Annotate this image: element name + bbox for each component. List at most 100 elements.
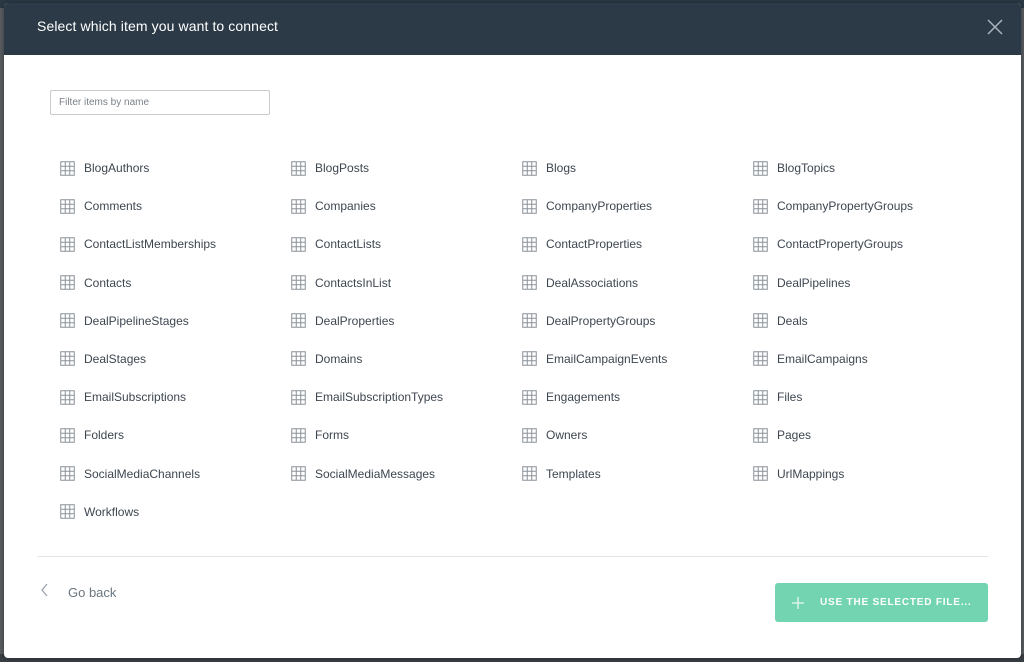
filter-items-input[interactable] <box>50 90 270 115</box>
item-list: BlogAuthors BlogPosts Blogs BlogTopics Comme… <box>60 159 980 541</box>
list-item[interactable]: Companies <box>291 197 522 215</box>
list-item[interactable]: Files <box>753 388 980 406</box>
table-grid-icon <box>753 275 768 290</box>
list-item-label: DealAssociations <box>546 275 639 290</box>
list-item[interactable]: UrlMappings <box>753 465 980 483</box>
close-icon[interactable] <box>985 17 1005 37</box>
list-item[interactable]: Forms <box>291 426 522 444</box>
list-item-label: ContactPropertyGroups <box>777 237 904 252</box>
list-item[interactable]: Pages <box>753 426 980 444</box>
list-item[interactable]: CompanyProperties <box>522 197 753 215</box>
table-grid-icon <box>753 389 768 405</box>
list-item[interactable]: ContactsInList <box>291 274 522 292</box>
list-item[interactable]: Engagements <box>522 388 753 406</box>
list-item-label: Domains <box>315 351 363 366</box>
table-grid-icon <box>60 389 75 405</box>
modal-header: Select which item you want to connect <box>4 3 1021 55</box>
list-item[interactable]: EmailSubscriptionTypes <box>291 388 522 406</box>
table-grid-icon <box>60 198 75 214</box>
list-item[interactable]: DealAssociations <box>522 274 753 292</box>
list-item[interactable]: Templates <box>522 465 753 483</box>
go-back-label: Go back <box>68 585 117 600</box>
table-grid-icon <box>60 504 75 519</box>
list-item[interactable]: Owners <box>522 426 753 444</box>
list-item[interactable]: Deals <box>753 312 980 330</box>
list-item[interactable]: Contacts <box>60 274 291 292</box>
list-item[interactable]: Domains <box>291 350 522 368</box>
table-grid-icon <box>522 351 537 367</box>
list-item-label: DealStages <box>84 351 147 366</box>
list-item[interactable]: SocialMediaMessages <box>291 465 522 483</box>
list-item-label: ContactProperties <box>546 237 643 252</box>
table-grid-icon <box>522 237 537 252</box>
table-grid-icon <box>60 237 75 252</box>
list-item-label: BlogTopics <box>777 161 836 175</box>
list-item[interactable]: ContactListMemberships <box>60 235 291 253</box>
table-grid-icon <box>753 237 768 252</box>
list-item-label: Templates <box>546 466 601 481</box>
list-item[interactable]: CompanyPropertyGroups <box>753 197 980 215</box>
table-grid-icon <box>522 389 537 405</box>
list-item[interactable]: Blogs <box>522 159 753 177</box>
list-item-label: Owners <box>546 428 588 443</box>
list-item-label: EmailSubscriptionTypes <box>315 390 444 405</box>
list-item[interactable]: DealPipelineStages <box>60 312 291 330</box>
list-item[interactable]: EmailCampaignEvents <box>522 350 753 368</box>
list-item[interactable]: ContactProperties <box>522 235 753 253</box>
table-grid-icon <box>291 428 306 443</box>
list-item[interactable]: BlogAuthors <box>60 159 291 177</box>
connect-item-modal: Select which item you want to connect Bl… <box>4 3 1021 658</box>
list-item-label: ContactLists <box>315 237 382 252</box>
list-item-label: Blogs <box>546 161 577 175</box>
list-item[interactable]: DealPipelines <box>753 274 980 292</box>
go-back-button[interactable]: Go back <box>40 583 116 602</box>
list-item-label: BlogPosts <box>315 161 370 175</box>
list-item-label: ContactsInList <box>315 275 392 290</box>
list-item-label: SocialMediaMessages <box>315 466 436 481</box>
list-item[interactable]: ContactLists <box>291 235 522 253</box>
list-item[interactable]: DealStages <box>60 350 291 368</box>
table-grid-icon <box>753 313 768 328</box>
list-item[interactable]: ContactPropertyGroups <box>753 235 980 253</box>
use-selected-file-button[interactable]: USE THE SELECTED FILE... <box>775 583 988 622</box>
table-grid-icon <box>522 198 537 214</box>
table-grid-icon <box>291 198 306 214</box>
list-item[interactable]: BlogPosts <box>291 159 522 177</box>
table-grid-icon <box>753 466 768 481</box>
table-grid-icon <box>291 275 306 290</box>
table-grid-icon <box>753 160 768 176</box>
list-item[interactable]: Workflows <box>60 503 291 521</box>
list-item-label: Workflows <box>84 504 140 519</box>
list-item[interactable]: SocialMediaChannels <box>60 465 291 483</box>
footer-divider <box>37 556 988 557</box>
list-item[interactable]: EmailCampaigns <box>753 350 980 368</box>
list-item[interactable]: Folders <box>60 426 291 444</box>
list-item-label: DealProperties <box>315 313 395 328</box>
list-item-label: CompanyProperties <box>546 199 653 214</box>
list-item-label: Forms <box>315 428 349 443</box>
list-item-label: EmailCampaigns <box>777 351 868 366</box>
list-item-label: Pages <box>777 428 812 443</box>
table-grid-icon <box>291 351 306 367</box>
table-grid-icon <box>291 160 306 176</box>
list-item-label: EmailCampaignEvents <box>546 351 668 366</box>
use-selected-file-label: USE THE SELECTED FILE... <box>820 597 972 608</box>
list-item[interactable]: DealPropertyGroups <box>522 312 753 330</box>
table-grid-icon <box>753 198 768 214</box>
list-item-label: Comments <box>84 199 143 214</box>
table-grid-icon <box>291 389 306 405</box>
list-item[interactable]: DealProperties <box>291 312 522 330</box>
table-grid-icon <box>522 160 537 176</box>
table-grid-icon <box>522 275 537 290</box>
table-grid-icon <box>291 313 306 328</box>
list-item-label: EmailSubscriptions <box>84 390 187 405</box>
table-grid-icon <box>60 313 75 328</box>
table-grid-icon <box>60 466 75 481</box>
list-item[interactable]: BlogTopics <box>753 159 980 177</box>
list-item[interactable]: EmailSubscriptions <box>60 388 291 406</box>
table-grid-icon <box>522 313 537 328</box>
list-item-label: Folders <box>84 428 125 443</box>
list-item[interactable]: Comments <box>60 197 291 215</box>
list-item-label: Engagements <box>546 390 621 405</box>
table-grid-icon <box>522 466 537 481</box>
